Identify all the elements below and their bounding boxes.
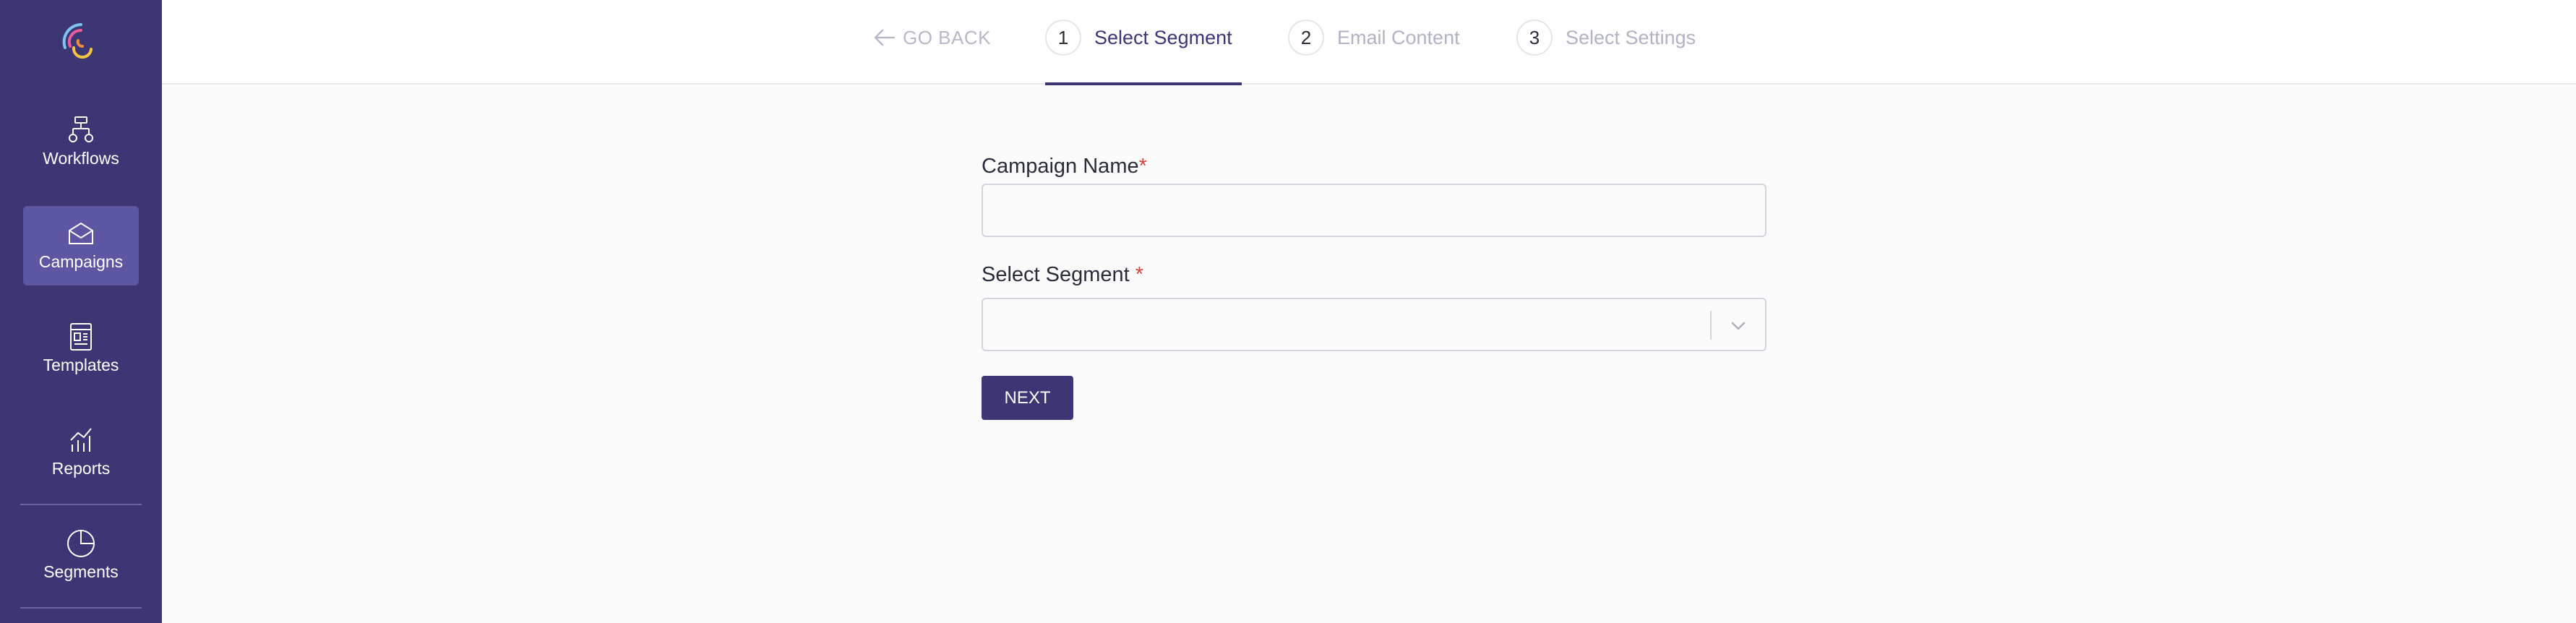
step-label: Email Content	[1337, 26, 1460, 48]
sidebar-item-workflows[interactable]: Workflows	[23, 103, 139, 182]
sidebar-item-templates[interactable]: Templates	[23, 309, 139, 389]
workflow-icon	[69, 116, 93, 142]
campaign-name-label: Campaign Name*	[982, 155, 1147, 179]
segment-label-text: Select Segment	[982, 263, 1130, 286]
step-select-settings[interactable]: 3 Select Settings	[1516, 19, 1696, 56]
select-separator	[1710, 311, 1712, 340]
sidebar-item-campaigns[interactable]: Campaigns	[23, 206, 139, 285]
step-number: 1	[1045, 20, 1081, 56]
next-button[interactable]: NEXT	[982, 376, 1073, 420]
sidebar-divider	[20, 504, 142, 505]
chevron-down-icon[interactable]	[1726, 314, 1751, 338]
envelope-icon	[69, 222, 93, 244]
pie-icon	[67, 530, 95, 557]
go-back-label: GO BACK	[903, 26, 991, 48]
arrow-left-icon	[874, 29, 896, 46]
step-label: Select Segment	[1094, 26, 1232, 48]
sidebar-item-label: Templates	[43, 356, 119, 374]
active-step-indicator	[1045, 82, 1242, 85]
step-select-segment[interactable]: 1 Select Segment	[1045, 19, 1232, 56]
campaign-name-label-text: Campaign Name	[982, 155, 1139, 178]
template-icon	[70, 323, 92, 351]
campaign-name-input[interactable]	[982, 184, 1766, 237]
sidebar-divider	[20, 607, 142, 609]
sidebar-item-label: Segments	[43, 562, 119, 581]
go-back-button[interactable]: GO BACK	[872, 25, 991, 51]
app-logo[interactable]	[58, 19, 104, 65]
step-number: 2	[1288, 20, 1324, 56]
sidebar-item-label: Workflows	[43, 149, 119, 168]
segment-select[interactable]	[982, 298, 1766, 351]
step-number: 3	[1516, 20, 1553, 56]
step-label: Select Settings	[1566, 26, 1696, 48]
segment-label: Select Segment *	[982, 263, 1143, 287]
sidebar-item-label: Campaigns	[38, 252, 124, 271]
required-mark: *	[1135, 263, 1144, 286]
sidebar-item-segments[interactable]: Segments	[23, 516, 139, 596]
sidebar: Workflows Campaigns Templates Reports Se…	[0, 0, 162, 623]
chart-icon	[70, 428, 92, 452]
sidebar-item-reports[interactable]: Reports	[23, 413, 139, 492]
sidebar-item-label: Reports	[51, 459, 111, 478]
required-mark: *	[1138, 155, 1147, 178]
step-email-content[interactable]: 2 Email Content	[1288, 19, 1460, 56]
